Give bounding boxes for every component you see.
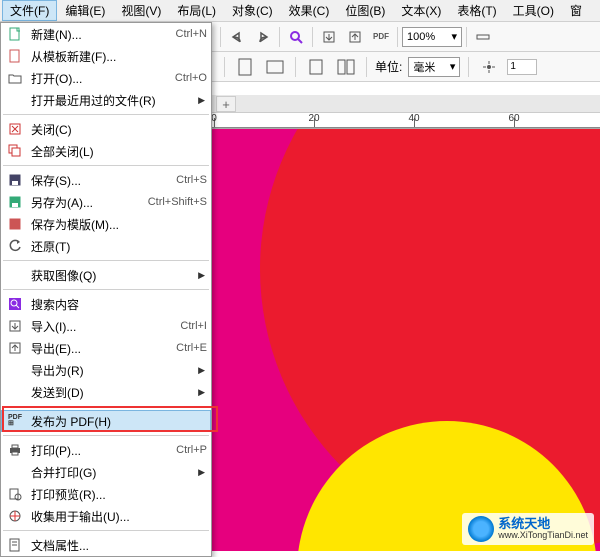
menu-edit[interactable]: 编辑(E) — [57, 0, 113, 21]
watermark-logo-icon — [468, 516, 494, 542]
collect-icon — [5, 507, 25, 525]
menu-save[interactable]: 保存(S)... Ctrl+S — [1, 169, 211, 191]
menu-print-preview[interactable]: 打印预览(R)... — [1, 483, 211, 505]
page-tabs: + — [212, 95, 600, 113]
submenu-arrow-icon: ▶ — [198, 95, 205, 106]
menu-doc-properties[interactable]: 文档属性... — [1, 534, 211, 556]
watermark-url: www.XiTongTianDi.net — [498, 531, 588, 541]
watermark: 系统天地 www.XiTongTianDi.net — [462, 513, 594, 545]
menu-print[interactable]: 打印(P)... Ctrl+P — [1, 439, 211, 461]
menu-import[interactable]: 导入(I)... Ctrl+I — [1, 315, 211, 337]
menu-print-merge[interactable]: 合并打印(G) ▶ — [1, 461, 211, 483]
separator — [279, 27, 280, 47]
separator — [3, 530, 209, 531]
separator — [3, 435, 209, 436]
menu-text[interactable]: 文本(X) — [393, 0, 449, 21]
import-button[interactable] — [317, 25, 341, 49]
unit-label: 单位: — [375, 58, 402, 75]
menu-table[interactable]: 表格(T) — [449, 0, 504, 21]
orientation-landscape[interactable] — [263, 55, 287, 79]
search-icon — [5, 295, 25, 313]
print-icon — [5, 441, 25, 459]
menu-bitmap[interactable]: 位图(B) — [337, 0, 393, 21]
snap-button[interactable] — [471, 25, 495, 49]
separator — [312, 27, 313, 47]
menu-window[interactable]: 窗 — [562, 0, 590, 21]
menu-close[interactable]: 关闭(C) — [1, 118, 211, 140]
undo-button[interactable] — [225, 25, 249, 49]
menu-close-all[interactable]: 全部关闭(L) — [1, 140, 211, 162]
separator — [3, 289, 209, 290]
submenu-arrow-icon: ▶ — [198, 387, 205, 398]
save-as-icon — [5, 193, 25, 211]
unit-select[interactable]: 毫米▾ — [408, 57, 460, 77]
separator — [220, 27, 221, 47]
menu-export[interactable]: 导出(E)... Ctrl+E — [1, 337, 211, 359]
separator — [3, 260, 209, 261]
menu-save-as[interactable]: 另存为(A)... Ctrl+Shift+S — [1, 191, 211, 213]
close-all-icon — [5, 142, 25, 160]
pdf-button[interactable]: PDF — [369, 25, 393, 49]
print-preview-icon — [5, 485, 25, 503]
menu-object[interactable]: 对象(C) — [224, 0, 281, 21]
separator — [468, 57, 469, 77]
separator — [224, 57, 225, 77]
separator — [3, 114, 209, 115]
submenu-arrow-icon: ▶ — [198, 365, 205, 376]
new-template-icon — [5, 47, 25, 65]
separator — [366, 57, 367, 77]
menu-send-to[interactable]: 发送到(D) ▶ — [1, 381, 211, 403]
zoom-input[interactable]: 100%▾ — [402, 27, 462, 47]
save-icon — [5, 171, 25, 189]
separator — [3, 165, 209, 166]
nudge-icon[interactable] — [477, 55, 501, 79]
menu-open-recent[interactable]: 打开最近用过的文件(R) ▶ — [1, 89, 211, 111]
pdf-icon: PDF⊞ — [5, 412, 25, 430]
menubar: 文件(F) 编辑(E) 视图(V) 布局(L) 对象(C) 效果(C) 位图(B… — [0, 0, 600, 22]
menu-file[interactable]: 文件(F) — [2, 0, 57, 21]
open-icon — [5, 69, 25, 87]
menu-new[interactable]: 新建(N)... Ctrl+N — [1, 23, 211, 45]
page-facing-icon[interactable] — [334, 55, 358, 79]
separator — [3, 406, 209, 407]
menu-publish-pdf[interactable]: PDF⊞ 发布为 PDF(H) — [1, 410, 211, 432]
menu-new-from-template[interactable]: 从模板新建(F)... — [1, 45, 211, 67]
file-menu-dropdown: 新建(N)... Ctrl+N 从模板新建(F)... 打开(O)... Ctr… — [0, 22, 212, 557]
menu-save-template[interactable]: 保存为模版(M)... — [1, 213, 211, 235]
redo-button[interactable] — [251, 25, 275, 49]
menu-export-for[interactable]: 导出为(R) ▶ — [1, 359, 211, 381]
menu-collect-output[interactable]: 收集用于输出(U)... — [1, 505, 211, 527]
properties-icon — [5, 536, 25, 554]
import-icon — [5, 317, 25, 335]
export-icon — [5, 339, 25, 357]
submenu-arrow-icon: ▶ — [198, 270, 205, 281]
menu-effects[interactable]: 效果(C) — [281, 0, 338, 21]
nudge-value[interactable]: 1 — [507, 59, 537, 75]
revert-icon — [5, 237, 25, 255]
menu-acquire-image[interactable]: 获取图像(Q) ▶ — [1, 264, 211, 286]
menu-layout[interactable]: 布局(L) — [169, 0, 224, 21]
close-icon — [5, 120, 25, 138]
menu-view[interactable]: 视图(V) — [113, 0, 169, 21]
separator — [466, 27, 467, 47]
separator — [295, 57, 296, 77]
watermark-title: 系统天地 — [498, 517, 588, 531]
page-single-icon[interactable] — [304, 55, 328, 79]
export-button[interactable] — [343, 25, 367, 49]
menu-revert[interactable]: 还原(T) — [1, 235, 211, 257]
menu-open[interactable]: 打开(O)... Ctrl+O — [1, 67, 211, 89]
menu-search-content[interactable]: 搜索内容 — [1, 293, 211, 315]
orientation-portrait[interactable] — [233, 55, 257, 79]
ruler-horizontal[interactable]: 0 20 40 60 80 — [212, 113, 600, 129]
canvas[interactable] — [212, 129, 600, 551]
add-page-button[interactable]: + — [216, 96, 236, 112]
submenu-arrow-icon: ▶ — [198, 467, 205, 478]
separator — [397, 27, 398, 47]
new-icon — [5, 25, 25, 43]
save-template-icon — [5, 215, 25, 233]
menu-tools[interactable]: 工具(O) — [505, 0, 562, 21]
search-icon[interactable] — [284, 25, 308, 49]
